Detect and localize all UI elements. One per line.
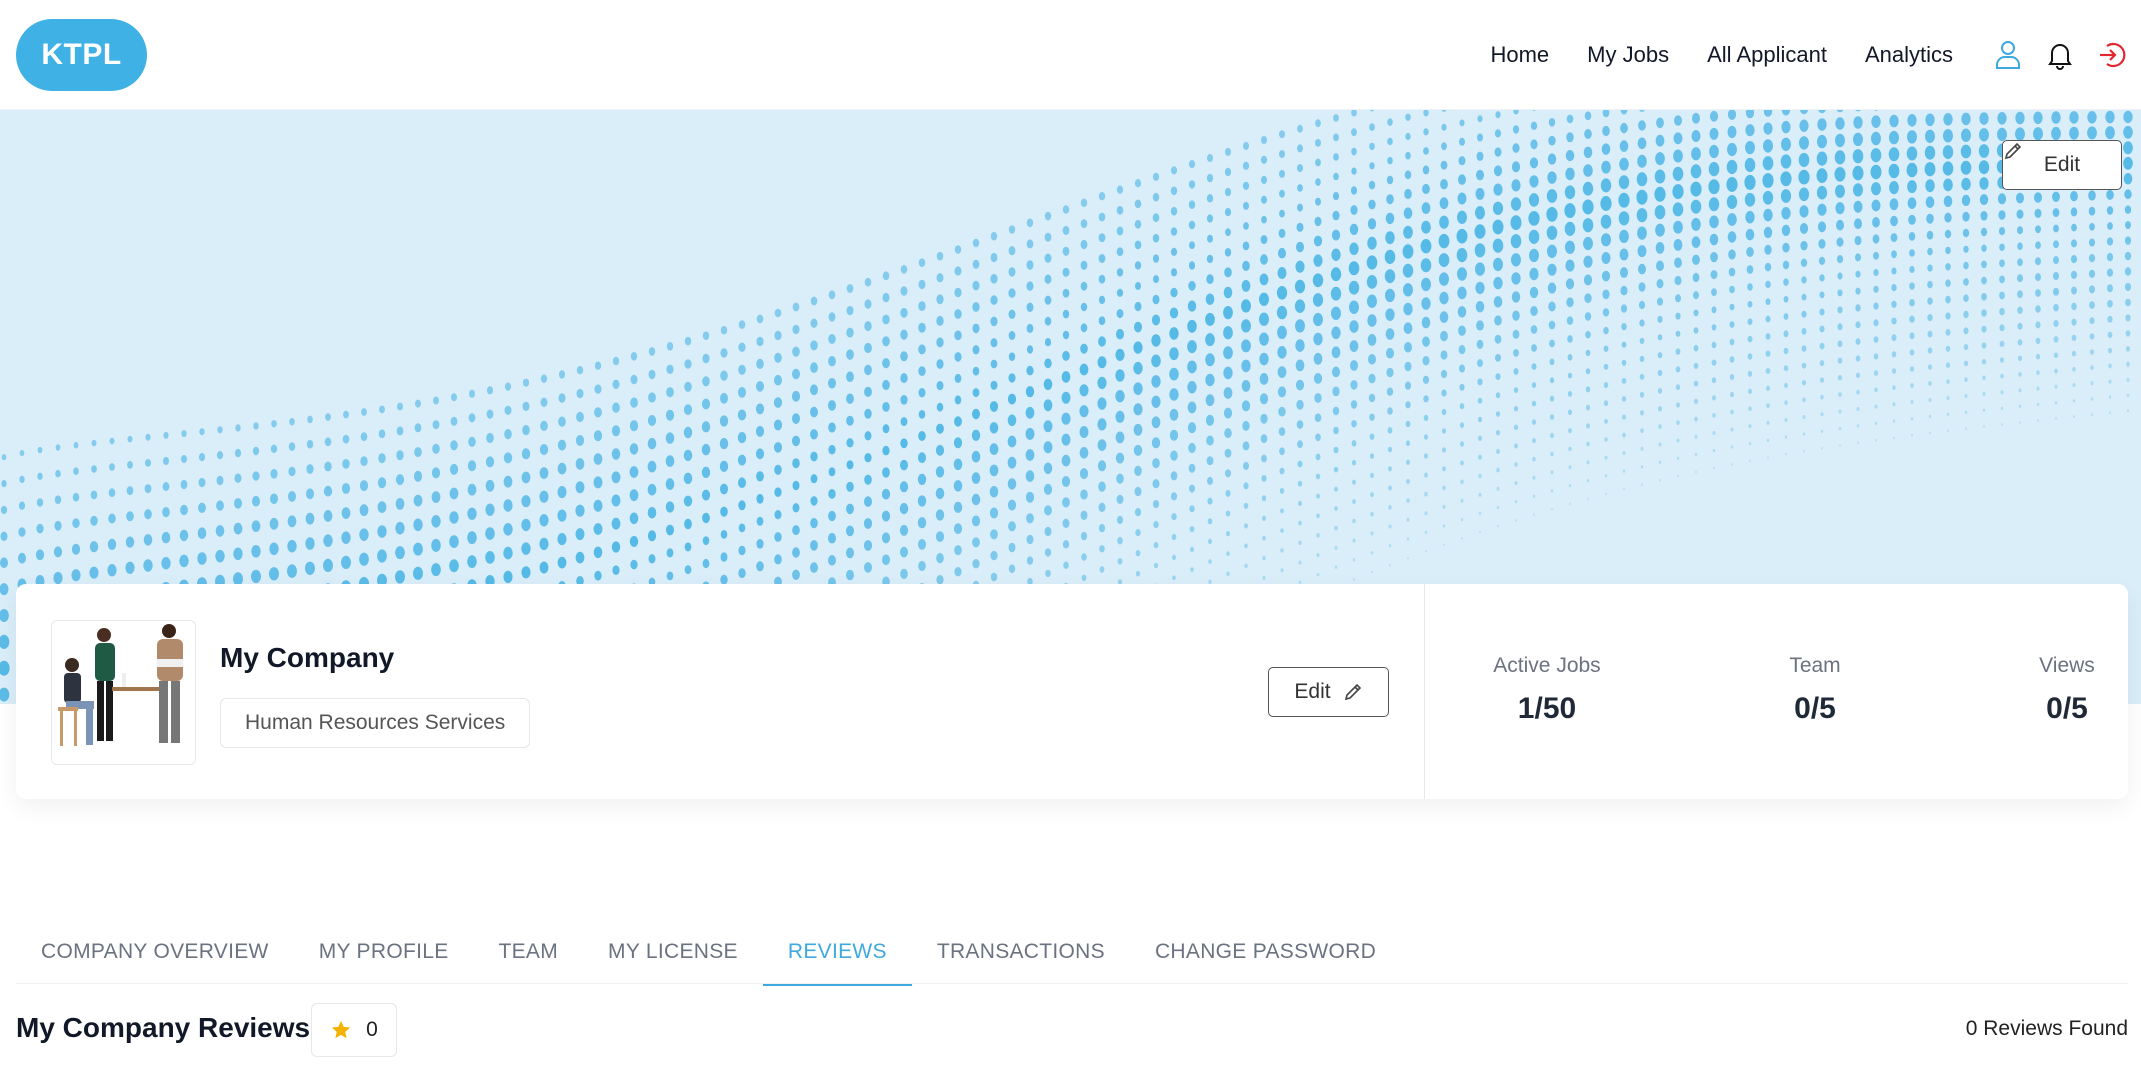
rating-value: 0: [366, 1018, 378, 1041]
logout-icon[interactable]: [2095, 38, 2129, 72]
top-header: KTPL Home My Jobs All Applicant Analytic…: [0, 0, 2141, 110]
stat-views: Views 0/5: [2017, 654, 2117, 726]
nav-all-applicant[interactable]: All Applicant: [1707, 42, 1827, 68]
company-stats: Active Jobs 1/50 Team 0/5 Views 0/5: [1425, 584, 2128, 799]
user-icon[interactable]: [1991, 38, 2025, 72]
stat-label: Active Jobs: [1493, 654, 1601, 677]
pencil-icon: [1344, 683, 1361, 701]
banner-edit-button[interactable]: Edit: [2002, 140, 2122, 190]
tab-my-profile[interactable]: MY PROFILE: [294, 920, 474, 984]
stat-active-jobs: Active Jobs 1/50: [1482, 654, 1612, 726]
stat-value: 0/5: [1794, 692, 1836, 725]
banner-edit-label: Edit: [2043, 153, 2081, 176]
rating-badge: 0: [311, 1003, 397, 1057]
tab-company-overview[interactable]: COMPANY OVERVIEW: [16, 920, 294, 984]
tab-change-password[interactable]: CHANGE PASSWORD: [1130, 920, 1401, 984]
nav-home[interactable]: Home: [1490, 42, 1549, 68]
profile-edit-label: Edit: [1294, 680, 1331, 703]
industry-badge: Human Resources Services: [220, 698, 531, 748]
reviews-title: My Company Reviews: [16, 1012, 311, 1043]
ktpl-logo[interactable]: KTPL: [16, 19, 147, 91]
stat-team: Team 0/5: [1765, 654, 1865, 726]
tab-team[interactable]: TEAM: [474, 920, 584, 984]
nav-analytics[interactable]: Analytics: [1865, 42, 1953, 68]
bell-icon[interactable]: [2043, 38, 2077, 72]
company-name: My Company: [220, 642, 395, 673]
pencil-icon: [2004, 142, 2022, 160]
profile-edit-button[interactable]: Edit: [1268, 667, 1389, 717]
company-info: My Company Human Resources Services Edit: [16, 584, 1425, 799]
stat-label: Views: [2039, 654, 2095, 677]
stat-value: 1/50: [1517, 692, 1577, 725]
tab-my-license[interactable]: MY LICENSE: [583, 920, 763, 984]
profile-tabs: COMPANY OVERVIEW MY PROFILE TEAM MY LICE…: [16, 920, 2128, 986]
tab-reviews[interactable]: REVIEWS: [762, 920, 912, 986]
tab-transactions[interactable]: TRANSACTIONS: [912, 920, 1130, 984]
company-profile-card: My Company Human Resources Services Edit…: [16, 584, 2128, 799]
stat-label: Team: [1789, 654, 1841, 677]
star-icon: [331, 1020, 351, 1039]
main-nav: Home My Jobs All Applicant Analytics: [1490, 0, 2141, 110]
stat-value: 0/5: [2046, 692, 2088, 725]
reviews-count: 0 Reviews Found: [1965, 1017, 2128, 1040]
company-photo[interactable]: [51, 620, 196, 765]
nav-my-jobs[interactable]: My Jobs: [1587, 42, 1669, 68]
